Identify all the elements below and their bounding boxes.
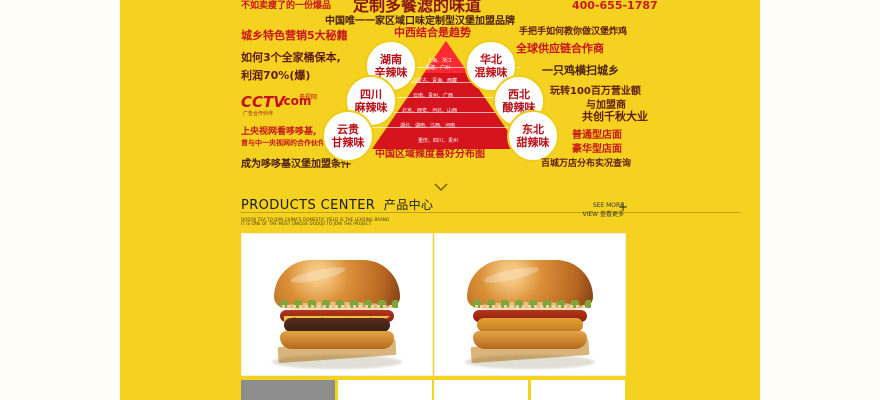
pyramid-row: 云南、贵州、广西 [413, 93, 454, 99]
promo-line-4: 上央视网看哆哆基, [241, 127, 317, 137]
promo-line-3: 利润70%(爆) [241, 69, 311, 82]
region-bubble-dongbei: 东北 甜辣味 [507, 110, 559, 162]
pyramid-row: 重庆、四川、贵州 [418, 138, 459, 144]
right-line-3: 一只鸡横扫城乡 [542, 64, 619, 77]
product-card-4[interactable] [338, 380, 432, 400]
product-card-3[interactable] [241, 380, 335, 400]
products-title-cn: 产品中心 [383, 198, 434, 212]
promo-line-2: 如何3个全家桶保本, [241, 51, 341, 64]
pyramid-row: 内蒙古、青海、西藏 [412, 78, 458, 84]
right-line-6: 共创千秋大业 [582, 110, 648, 123]
products-copy: DODOJI TEA TO JOIN CHINA'S DOMESTIC YIEL… [241, 218, 389, 226]
pyramid-caption: 中国区域辣度喜好分布图 [375, 149, 485, 160]
pyramid-row: 湖北、湖南、江西、河南 [400, 123, 456, 129]
pyramid-row: 上海、浙江 [427, 58, 453, 64]
right-line-4: 玩转100百万营业额 [550, 86, 641, 97]
burger-image-1 [262, 254, 412, 364]
products-title-line [240, 212, 740, 213]
right-line-1: 手把手如何教你做汉堡炸鸡 [519, 27, 628, 37]
promo-panel: 不如卖瘦了的一份爆品 定制多餐滤的味道 400-655-1787 中国唯一一家区… [120, 0, 760, 400]
product-card-6[interactable] [531, 380, 625, 400]
product-card-2[interactable] [434, 233, 626, 376]
cctv-block: CCTV .com 央视网 广告合作伙伴 [241, 93, 321, 117]
burger-image-2 [455, 254, 605, 364]
section-divider-arrow [434, 178, 448, 192]
products-copy-line-2: IT IS ONE OF THE MOST UNIQUE DODOJI TO J… [241, 221, 372, 226]
promo-line-5: 曾与中一央视网的合作伙伴 [241, 139, 325, 147]
cctv-side-label: 央视网 [299, 94, 318, 101]
region-bubble-yungui: 云贵 甘辣味 [322, 110, 374, 162]
products-title-en: PRODUCTS CENTER [241, 198, 376, 213]
right-line-8: 豪华型店面 [572, 144, 622, 155]
phone-number: 400-655-1787 [572, 0, 658, 12]
cctv-caption: 广告合作伙伴 [243, 111, 274, 117]
product-card-5[interactable] [434, 380, 528, 400]
pyramid-title: 中西结合是趋势 [394, 26, 471, 39]
top-left-copy: 不如卖瘦了的一份爆品 [241, 1, 332, 11]
right-line-7: 普通型店面 [572, 130, 622, 141]
right-line-9: 百城万店分布实况查询 [541, 159, 632, 169]
right-line-2: 全球供应链合作商 [516, 42, 604, 55]
product-card-1[interactable] [241, 233, 433, 376]
see-more-plus-icon[interactable]: + [618, 200, 628, 214]
pyramid-row: 福建、广州 [425, 65, 451, 71]
pyramid-row: 北京、西安、河北、山西 [402, 108, 458, 114]
promo-line-1: 城乡特色营销5大秘籍 [241, 29, 348, 42]
products-title: PRODUCTS CENTER 产品中心 [241, 196, 433, 213]
